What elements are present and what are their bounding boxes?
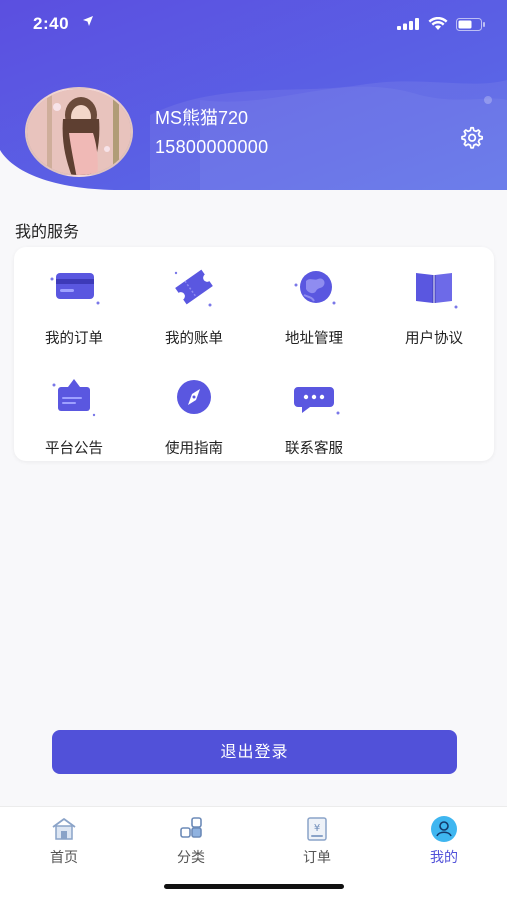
battery-icon xyxy=(456,18,485,31)
location-arrow-icon xyxy=(83,16,93,26)
avatar-image xyxy=(27,89,131,175)
service-label: 我的账单 xyxy=(165,331,223,347)
category-icon xyxy=(180,817,202,838)
service-user-guide[interactable]: 使用指南 xyxy=(134,365,254,465)
status-time: 2:40 xyxy=(33,14,70,33)
tab-label: 首页 xyxy=(50,850,78,866)
book-icon xyxy=(416,273,458,309)
announcement-icon xyxy=(52,379,96,417)
tab-label: 订单 xyxy=(303,850,331,866)
card-icon xyxy=(50,273,100,305)
settings-gear-icon[interactable] xyxy=(458,125,484,151)
service-contact-support[interactable]: 联系客服 xyxy=(254,365,374,465)
tab-orders[interactable]: ¥ 订单 xyxy=(277,815,357,867)
profile-header: 2:40 MS熊猫720 15800000000 xyxy=(0,0,507,190)
compass-icon xyxy=(177,380,211,414)
globe-icon xyxy=(294,271,336,305)
tab-label: 分类 xyxy=(177,850,205,866)
profile-icon xyxy=(431,816,457,842)
tab-category[interactable]: 分类 xyxy=(151,815,231,867)
tab-label: 我的 xyxy=(430,850,458,866)
services-card: 我的订单 我的账单 地址管理 用户协议 平台公告 使用指南 联系客服 xyxy=(14,247,494,461)
chat-icon xyxy=(294,387,340,415)
cellular-signal-icon xyxy=(397,18,419,30)
order-icon: ¥ xyxy=(307,817,327,841)
logout-button[interactable]: 退出登录 xyxy=(52,730,457,774)
ticket-icon xyxy=(174,269,213,307)
service-address-management[interactable]: 地址管理 xyxy=(254,255,374,355)
username: MS熊猫720 xyxy=(155,108,249,128)
tab-mine[interactable]: 我的 xyxy=(404,815,484,867)
service-user-agreement[interactable]: 用户协议 xyxy=(374,255,494,355)
home-indicator xyxy=(164,884,344,889)
service-my-orders[interactable]: 我的订单 xyxy=(14,255,134,355)
tab-home[interactable]: 首页 xyxy=(24,815,104,867)
svg-text:¥: ¥ xyxy=(314,823,320,834)
avatar[interactable] xyxy=(25,87,133,177)
service-label: 我的订单 xyxy=(45,331,103,347)
service-platform-announcement[interactable]: 平台公告 xyxy=(14,365,134,465)
phone-number: 15800000000 xyxy=(155,137,269,157)
service-my-bills[interactable]: 我的账单 xyxy=(134,255,254,355)
services-title: 我的服务 xyxy=(15,222,80,241)
status-bar: 2:40 xyxy=(0,0,507,50)
service-label: 地址管理 xyxy=(285,331,343,347)
service-label: 平台公告 xyxy=(45,441,103,457)
service-label: 使用指南 xyxy=(165,441,223,457)
home-icon xyxy=(52,818,76,840)
service-label: 联系客服 xyxy=(285,441,343,457)
wifi-icon xyxy=(428,17,448,30)
service-label: 用户协议 xyxy=(405,331,463,347)
